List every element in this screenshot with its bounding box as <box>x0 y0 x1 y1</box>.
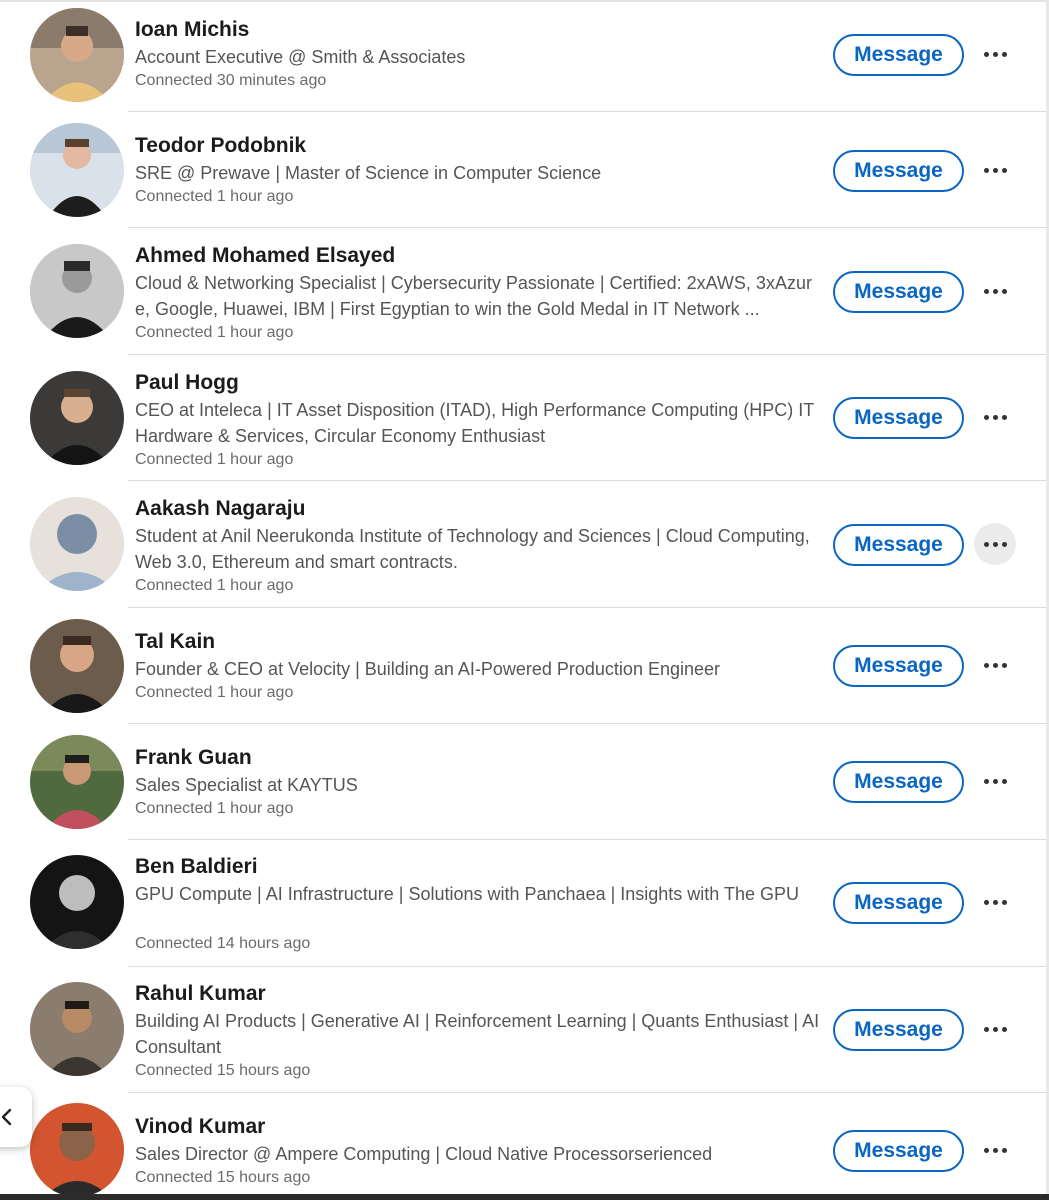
more-options-button[interactable] <box>974 1129 1016 1171</box>
avatar[interactable] <box>30 855 124 949</box>
connection-headline: Building AI Products | Generative AI | R… <box>135 1011 820 1057</box>
message-button[interactable]: Message <box>833 1130 964 1172</box>
message-button[interactable]: Message <box>833 150 964 192</box>
connection-name[interactable]: Vinod Kumar <box>135 1114 825 1140</box>
connection-time: Connected 1 hour ago <box>135 324 294 341</box>
connection-time: Connected 1 hour ago <box>135 684 294 701</box>
connection-name[interactable]: Ben Baldieri <box>135 854 825 880</box>
avatar[interactable] <box>30 619 124 713</box>
more-horizontal-icon <box>983 541 989 547</box>
message-button[interactable]: Message <box>833 645 964 687</box>
more-options-button[interactable] <box>974 523 1016 565</box>
connection-row: Teodor Podobnik SRE @ Prewave | Master o… <box>0 112 1046 228</box>
more-options-button[interactable] <box>974 270 1016 312</box>
connection-headline: Sales Director @ Ampere Computing | Clou… <box>135 1144 713 1164</box>
message-button[interactable]: Message <box>833 34 964 76</box>
more-horizontal-icon <box>983 1026 989 1032</box>
more-horizontal-icon <box>983 288 989 294</box>
avatar[interactable] <box>30 1103 124 1197</box>
connection-info: Frank Guan Sales Specialist at KAYTUS Co… <box>135 745 825 820</box>
more-horizontal-icon <box>983 778 989 784</box>
connection-row: Vinod Kumar Sales Director @ Ampere Comp… <box>0 1093 1046 1197</box>
message-button[interactable]: Message <box>833 1009 964 1051</box>
message-button[interactable]: Message <box>833 397 964 439</box>
collapse-panel-button[interactable] <box>0 1087 32 1147</box>
more-horizontal-icon <box>983 167 989 173</box>
connection-time: Connected 30 minutes ago <box>135 72 327 89</box>
message-button[interactable]: Message <box>833 524 964 566</box>
connection-info: Tal Kain Founder & CEO at Velocity | Bui… <box>135 629 825 704</box>
connection-headline: Account Executive @ Smith & Associates <box>135 47 466 67</box>
connection-headline: Cloud & Networking Specialist | Cybersec… <box>135 273 812 319</box>
connection-name[interactable]: Ioan Michis <box>135 17 825 43</box>
more-horizontal-icon <box>983 899 989 905</box>
connection-time: Connected 15 hours ago <box>135 1169 311 1186</box>
more-options-button[interactable] <box>974 644 1016 686</box>
more-options-button[interactable] <box>974 396 1016 438</box>
avatar[interactable] <box>30 982 124 1076</box>
bottom-edge <box>0 1194 1049 1200</box>
connection-time: Connected 15 hours ago <box>135 1062 311 1079</box>
connection-name[interactable]: Aakash Nagaraju <box>135 496 825 522</box>
connection-headline: SRE @ Prewave | Master of Science in Com… <box>135 163 602 183</box>
more-options-button[interactable] <box>974 1008 1016 1050</box>
more-options-button[interactable] <box>974 881 1016 923</box>
connection-row: Frank Guan Sales Specialist at KAYTUS Co… <box>0 724 1046 840</box>
message-button[interactable]: Message <box>833 271 964 313</box>
connection-headline: Sales Specialist at KAYTUS <box>135 775 358 795</box>
connection-name[interactable]: Teodor Podobnik <box>135 133 825 159</box>
connection-name[interactable]: Paul Hogg <box>135 370 825 396</box>
connection-name[interactable]: Rahul Kumar <box>135 981 825 1007</box>
message-button[interactable]: Message <box>833 761 964 803</box>
connection-headline: GPU Compute | AI Infrastructure | Soluti… <box>135 884 800 904</box>
default-avatar-icon[interactable] <box>30 497 124 591</box>
connection-row: Aakash Nagaraju Student at Anil Neerukon… <box>0 481 1046 608</box>
connection-row: Paul Hogg CEO at Inteleca | IT Asset Dis… <box>0 355 1046 481</box>
connection-info: Rahul Kumar Building AI Products | Gener… <box>135 981 825 1082</box>
connection-name[interactable]: Ahmed Mohamed Elsayed <box>135 243 825 269</box>
connection-name[interactable]: Frank Guan <box>135 745 825 771</box>
connection-row: Ben Baldieri GPU Compute | AI Infrastruc… <box>0 840 1046 967</box>
connection-row: Tal Kain Founder & CEO at Velocity | Bui… <box>0 608 1046 724</box>
connection-info: Ahmed Mohamed Elsayed Cloud & Networking… <box>135 243 825 344</box>
connection-time: Connected 1 hour ago <box>135 188 294 205</box>
connection-time: Connected 1 hour ago <box>135 577 294 594</box>
connection-time: Connected 1 hour ago <box>135 800 294 817</box>
connection-headline: Student at Anil Neerukonda Institute of … <box>135 526 810 572</box>
connection-info: Paul Hogg CEO at Inteleca | IT Asset Dis… <box>135 370 825 471</box>
connection-time: Connected 14 hours ago <box>135 935 311 952</box>
avatar[interactable] <box>30 735 124 829</box>
connection-row: Ahmed Mohamed Elsayed Cloud & Networking… <box>0 228 1046 355</box>
avatar[interactable] <box>30 123 124 217</box>
connection-time: Connected 1 hour ago <box>135 451 294 468</box>
connection-info: Aakash Nagaraju Student at Anil Neerukon… <box>135 496 825 597</box>
avatar[interactable] <box>30 8 124 102</box>
chevron-left-icon <box>1 1108 12 1126</box>
avatar[interactable] <box>30 244 124 338</box>
connection-info: Ioan Michis Account Executive @ Smith & … <box>135 17 825 92</box>
connection-row: Rahul Kumar Building AI Products | Gener… <box>0 967 1046 1093</box>
more-options-button[interactable] <box>974 33 1016 75</box>
message-button[interactable]: Message <box>833 882 964 924</box>
more-horizontal-icon <box>983 414 989 420</box>
connection-headline: CEO at Inteleca | IT Asset Disposition (… <box>135 400 814 446</box>
more-options-button[interactable] <box>974 760 1016 802</box>
connection-row: Ioan Michis Account Executive @ Smith & … <box>0 0 1046 112</box>
connection-info: Ben Baldieri GPU Compute | AI Infrastruc… <box>135 854 825 955</box>
connection-headline: Founder & CEO at Velocity | Building an … <box>135 659 721 679</box>
connection-info: Teodor Podobnik SRE @ Prewave | Master o… <box>135 133 825 208</box>
more-horizontal-icon <box>983 1147 989 1153</box>
more-options-button[interactable] <box>974 149 1016 191</box>
connection-info: Vinod Kumar Sales Director @ Ampere Comp… <box>135 1114 825 1189</box>
avatar[interactable] <box>30 371 124 465</box>
more-horizontal-icon <box>983 662 989 668</box>
more-horizontal-icon <box>983 51 989 57</box>
connection-name[interactable]: Tal Kain <box>135 629 825 655</box>
